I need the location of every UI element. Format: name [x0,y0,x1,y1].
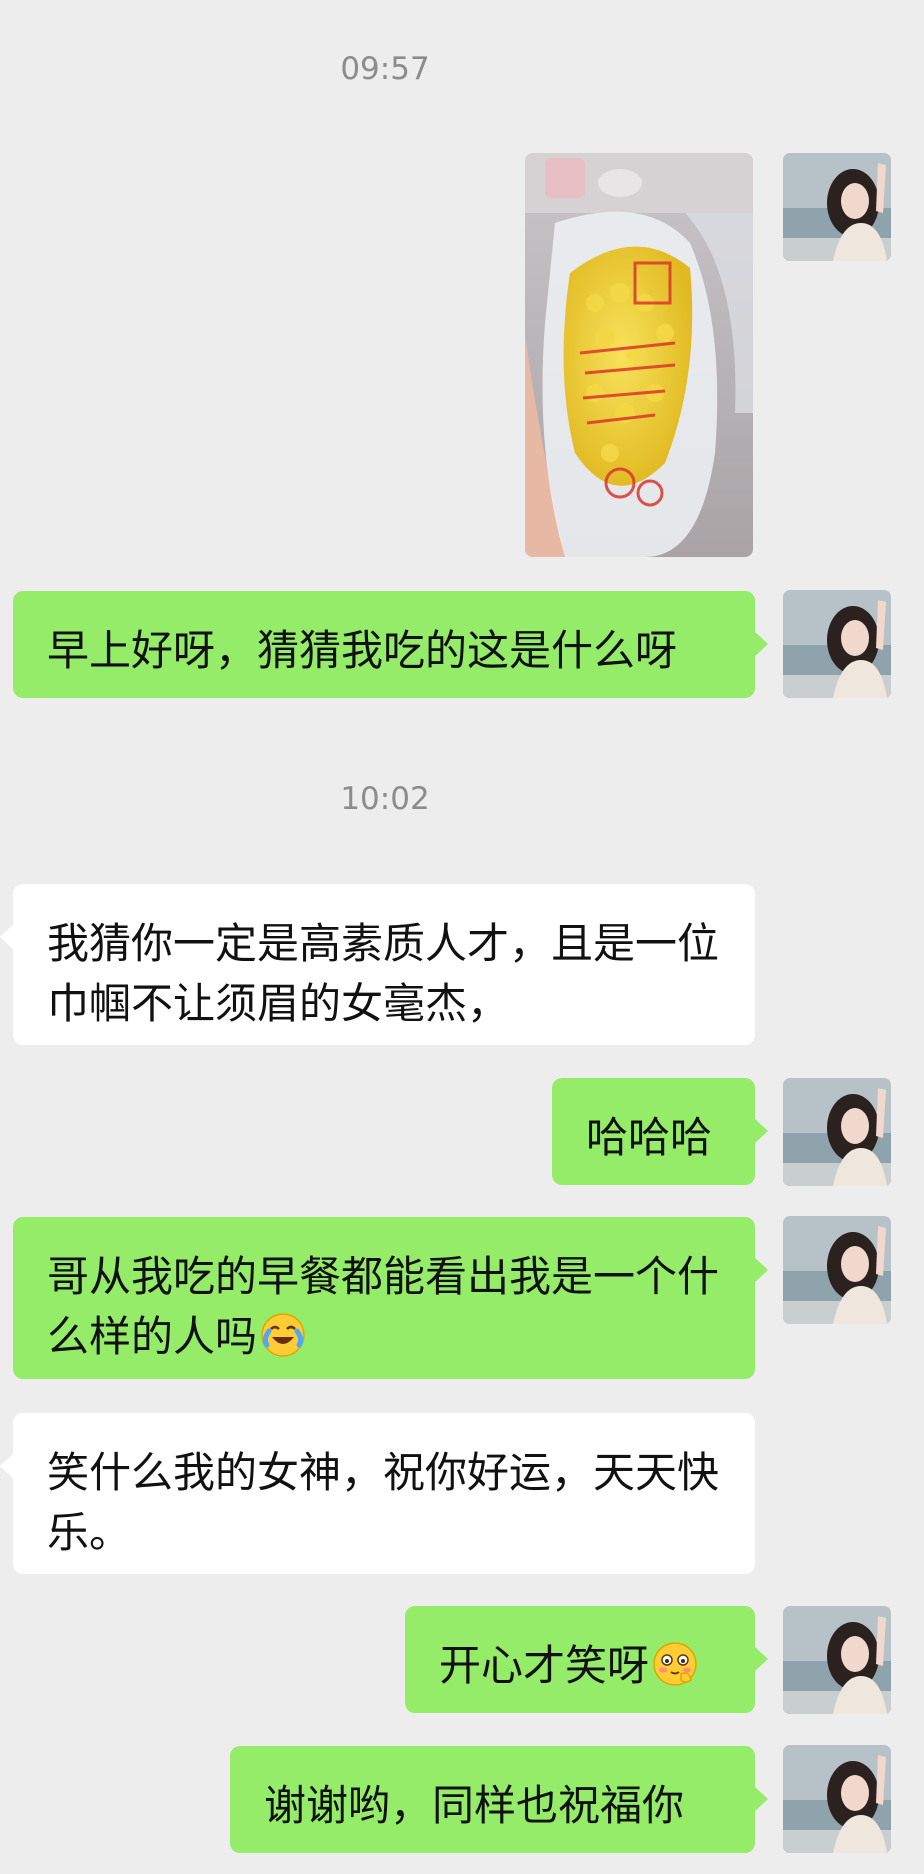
message-bubble[interactable]: 开心才笑呀 [405,1606,768,1713]
timestamp: 10:02 [340,781,430,817]
message-bubble[interactable]: 哥从我吃的早餐都能看出我是一个什么样的人吗 [13,1217,768,1379]
avatar[interactable] [783,1216,891,1324]
shy-emoji [653,1642,697,1686]
avatar[interactable] [783,590,891,698]
avatar[interactable] [783,1745,891,1853]
message-bubble[interactable]: 笑什么我的女神，祝你好运，天天快乐。 [0,1413,755,1574]
message-text: 开心才笑呀 [439,1641,650,1690]
message-text: 哥从我吃的早餐都能看出我是一个什么样的人吗 [47,1252,720,1361]
bag-of-corn-photo [525,153,753,557]
timestamp: 09:57 [340,51,430,87]
avatar[interactable] [783,153,891,261]
message-image[interactable] [525,153,753,557]
message-bubble[interactable]: 早上好呀，猜猜我吃的这是什么呀 [13,591,768,698]
avatar[interactable] [783,1606,891,1714]
message-bubble[interactable]: 谢谢哟，同样也祝福你 [230,1746,768,1853]
message-bubble[interactable]: 哈哈哈 [552,1078,768,1185]
avatar[interactable] [783,1078,891,1186]
crying-laughing-emoji [261,1313,305,1357]
message-bubble[interactable]: 我猜你一定是高素质人才，且是一位巾帼不让须眉的女毫杰， [0,884,755,1045]
